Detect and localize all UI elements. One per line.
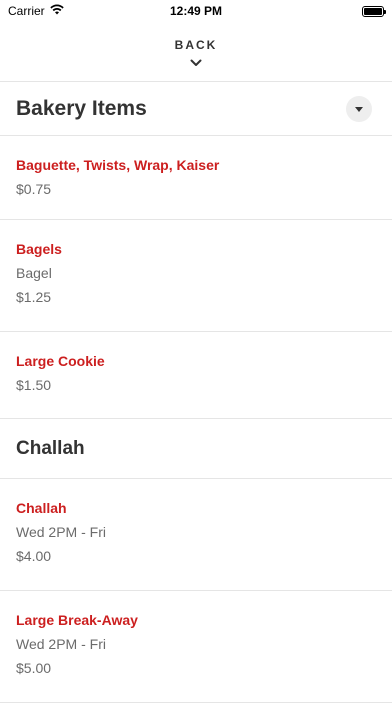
- item-name: Large Break-Away: [16, 612, 138, 628]
- section-header-bakery-items[interactable]: Bakery Items: [0, 82, 392, 136]
- section-title: Bakery Items: [16, 96, 147, 120]
- item-description: Bagel: [16, 265, 52, 281]
- item-price: $0.75: [16, 181, 52, 197]
- status-left: Carrier: [8, 4, 64, 18]
- item-name: Large Cookie: [16, 353, 105, 369]
- item-price: $5.00: [16, 660, 52, 676]
- item-name: Challah: [16, 500, 67, 516]
- item-price: $1.25: [16, 289, 52, 305]
- chevron-down-icon: [190, 54, 202, 72]
- battery-icon: [362, 5, 386, 17]
- menu-item[interactable]: Baguette, Twists, Wrap, Kaiser $0.75: [0, 136, 392, 220]
- back-button[interactable]: BACK: [0, 22, 392, 82]
- menu-item[interactable]: Large Break-Away Wed 2PM - Fri $5.00: [0, 591, 392, 703]
- menu-item[interactable]: Large Cookie $1.50: [0, 332, 392, 419]
- menu-item[interactable]: Challah Wed 2PM - Fri $4.00: [0, 479, 392, 591]
- menu-item[interactable]: Bagels Bagel $1.25: [0, 220, 392, 332]
- item-name: Baguette, Twists, Wrap, Kaiser: [16, 157, 220, 173]
- item-description: Wed 2PM - Fri: [16, 524, 106, 540]
- menu-content: Bakery Items Baguette, Twists, Wrap, Kai…: [0, 82, 392, 703]
- collapse-button[interactable]: [346, 95, 372, 122]
- subsection-header-challah: Challah: [0, 419, 392, 479]
- item-price: $4.00: [16, 548, 52, 564]
- item-price: $1.50: [16, 377, 52, 393]
- status-bar: Carrier 12:49 PM: [0, 0, 392, 22]
- item-description: Wed 2PM - Fri: [16, 636, 106, 652]
- carrier-label: Carrier: [8, 4, 45, 18]
- back-label: BACK: [174, 37, 218, 52]
- wifi-icon: [49, 4, 64, 18]
- item-name: Bagels: [16, 241, 62, 257]
- caret-down-icon: [355, 100, 363, 118]
- subsection-title: Challah: [16, 437, 85, 459]
